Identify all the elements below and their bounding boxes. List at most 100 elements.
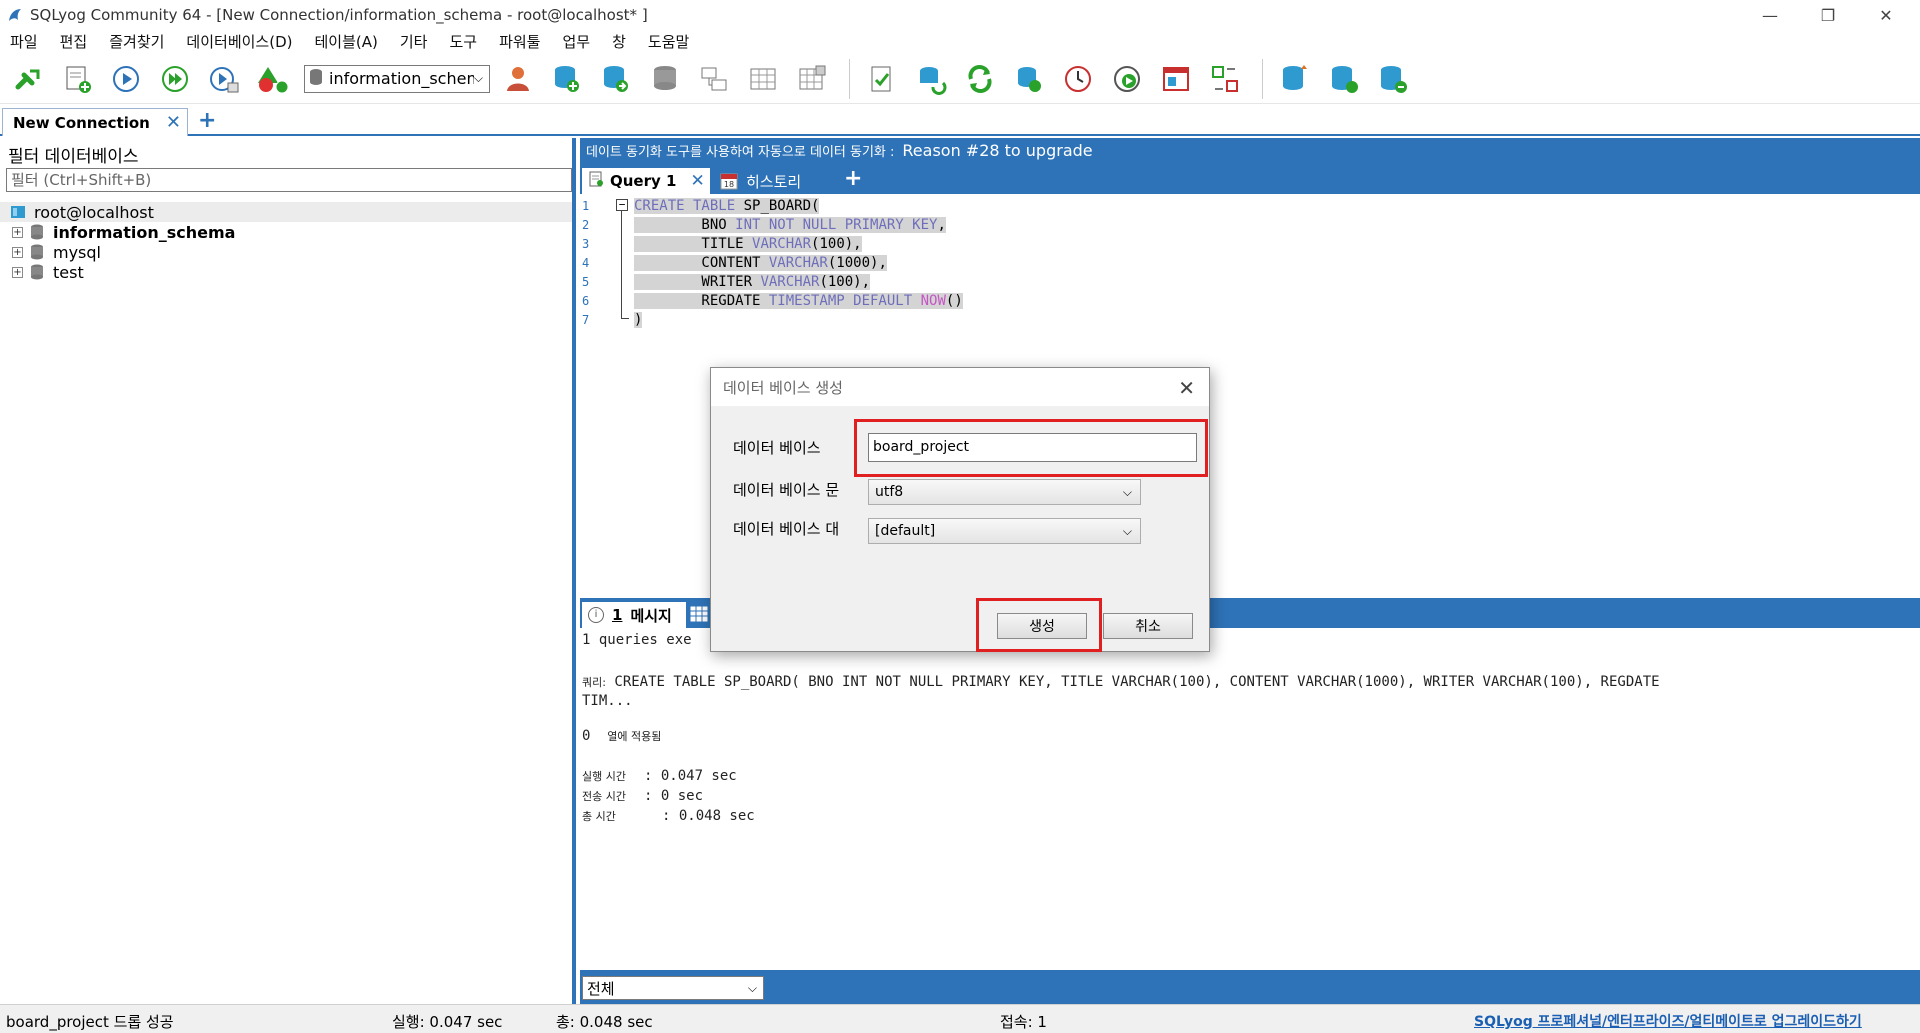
- expand-icon[interactable]: +: [12, 226, 23, 238]
- tree-item-mysql[interactable]: + mysql: [0, 242, 572, 262]
- tab-query-1[interactable]: Query 1 ✕: [582, 168, 710, 194]
- window-icon[interactable]: [1154, 57, 1198, 101]
- database-filter-input[interactable]: 필터 (Ctrl+Shift+B): [6, 168, 572, 192]
- execute-edit-icon[interactable]: [202, 57, 246, 101]
- menu-file[interactable]: 파일: [10, 31, 38, 52]
- transfer-time-label: 전송 시간: [582, 790, 626, 803]
- result-footer: 전체 ⌵: [580, 970, 1920, 1004]
- migration-icon[interactable]: [1371, 57, 1415, 101]
- upgrade-link[interactable]: SQLyog 프로페셔널/엔터프라이즈/얼티메이트로 업그레이드하기: [1474, 1011, 1862, 1031]
- create-database-icon[interactable]: [545, 57, 589, 101]
- schedule-icon[interactable]: [1105, 57, 1149, 101]
- code-line: 7): [580, 310, 1920, 329]
- add-connection-tab-button[interactable]: +: [198, 108, 216, 133]
- query-prefix: 쿼리:: [582, 676, 606, 689]
- menu-edit[interactable]: 편집: [60, 31, 88, 52]
- user-manager-icon[interactable]: [496, 57, 540, 101]
- execute-query-icon[interactable]: [104, 57, 148, 101]
- tab-messages[interactable]: i 1 메시지: [582, 602, 686, 628]
- menu-powertools[interactable]: 파워툴: [499, 31, 540, 52]
- tree-item-information-schema[interactable]: + information_schema: [0, 222, 572, 242]
- toolbar: information_schem ⌵: [0, 54, 1920, 104]
- status-message: board_project 드롭 성공: [6, 1013, 174, 1031]
- import-icon[interactable]: [1007, 57, 1051, 101]
- sync-icon[interactable]: [909, 57, 953, 101]
- new-query-icon[interactable]: [55, 57, 99, 101]
- dialog-close-icon[interactable]: ✕: [1178, 376, 1195, 400]
- database-name-input[interactable]: board_project: [868, 433, 1197, 462]
- menu-others[interactable]: 기타: [400, 31, 428, 52]
- dialog-title-bar: 데이터 베이스 생성 ✕: [711, 368, 1209, 406]
- checklist-icon[interactable]: [860, 57, 904, 101]
- menu-database[interactable]: 데이터베이스(D): [186, 31, 292, 52]
- connection-tab-strip: New Connection ✕ +: [0, 108, 1920, 136]
- create-button[interactable]: 생성: [997, 613, 1087, 639]
- expand-icon[interactable]: +: [12, 266, 23, 278]
- expand-icon[interactable]: +: [12, 246, 23, 258]
- total-time-label: 총 시간: [582, 810, 616, 823]
- shapes-icon[interactable]: [251, 57, 295, 101]
- code-text: CREATE TABLE SP_BOARD(: [634, 197, 820, 214]
- clock-icon[interactable]: [1056, 57, 1100, 101]
- menu-jobs[interactable]: 업무: [562, 31, 590, 52]
- window-title: SQLyog Community 64 - [New Connection/in…: [30, 6, 648, 24]
- connection-tab-label: New Connection: [13, 113, 150, 132]
- add-query-tab-button[interactable]: +: [838, 165, 862, 191]
- code-text: WRITER VARCHAR(100),: [634, 273, 871, 290]
- tree-item-test[interactable]: + test: [0, 262, 572, 282]
- table-icon[interactable]: [741, 57, 785, 101]
- message-output: 1 queries exe 쿼리: CREATE TABLE SP_BOARD(…: [580, 628, 1920, 968]
- tab-history[interactable]: 18 히스토리: [714, 168, 834, 194]
- close-tab-icon[interactable]: ✕: [690, 171, 704, 191]
- charset-value: utf8: [875, 484, 904, 500]
- tree-item-label: test: [53, 262, 84, 282]
- result-grid-icon[interactable]: [689, 605, 709, 623]
- tab-new-connection[interactable]: New Connection ✕: [2, 108, 188, 136]
- table-grid-icon[interactable]: [790, 57, 834, 101]
- schema-designer-icon[interactable]: [692, 57, 736, 101]
- filter-title: 필터 데이터베이스: [8, 147, 139, 167]
- diff-icon[interactable]: [1203, 57, 1247, 101]
- execute-all-icon[interactable]: [153, 57, 197, 101]
- line-number: 4: [582, 255, 590, 270]
- backup-icon[interactable]: [1273, 57, 1317, 101]
- refresh-icon[interactable]: [958, 57, 1002, 101]
- menu-bar: 파일 편집 즐겨찾기 데이터베이스(D) 테이블(A) 기타 도구 파워툴 업무…: [0, 30, 1920, 52]
- close-tab-icon[interactable]: ✕: [166, 112, 181, 133]
- close-window-button[interactable]: ✕: [1858, 0, 1914, 30]
- database-icon[interactable]: [643, 57, 687, 101]
- menu-help[interactable]: 도움말: [648, 31, 689, 52]
- line-number: 6: [582, 293, 590, 308]
- new-connection-icon[interactable]: [6, 57, 50, 101]
- database-select[interactable]: information_schem ⌵: [304, 64, 490, 93]
- status-total-time: 총: 0.048 sec: [556, 1013, 653, 1031]
- upgrade-banner[interactable]: 데이트 동기화 도구를 사용하여 자동으로 데이터 동기화 : Reason #…: [580, 138, 1920, 162]
- calendar-icon: 18: [720, 172, 738, 190]
- message-tab-count: 1: [612, 606, 623, 624]
- chevron-down-icon: ⌵: [747, 980, 757, 995]
- menu-table[interactable]: 테이블(A): [314, 31, 377, 52]
- message-filter-select[interactable]: 전체 ⌵: [582, 976, 764, 1000]
- code-line: 2 BNO INT NOT NULL PRIMARY KEY,: [580, 215, 1920, 234]
- banner-reason: Reason #28 to upgrade: [902, 140, 1093, 160]
- code-text: REGDATE TIMESTAMP DEFAULT NOW(): [634, 292, 963, 309]
- restore-button[interactable]: ❐: [1800, 0, 1856, 30]
- tree-root-connection[interactable]: root@localhost: [0, 202, 572, 222]
- code-line: 1 CREATE TABLE SP_BOARD(: [580, 196, 1920, 215]
- code-line: 5 WRITER VARCHAR(100),: [580, 272, 1920, 291]
- charset-select[interactable]: utf8 ⌵: [868, 479, 1141, 505]
- collation-select[interactable]: [default] ⌵: [868, 518, 1141, 544]
- chevron-down-icon: ⌵: [1122, 523, 1132, 538]
- code-line: 3 TITLE VARCHAR(100),: [580, 234, 1920, 253]
- chevron-down-icon: ⌵: [1122, 484, 1132, 499]
- copy-database-icon[interactable]: [594, 57, 638, 101]
- minimize-button[interactable]: —: [1742, 0, 1798, 30]
- cancel-button[interactable]: 취소: [1103, 613, 1193, 639]
- menu-favorites[interactable]: 즐겨찾기: [109, 31, 164, 52]
- menu-tools[interactable]: 도구: [449, 31, 477, 52]
- collation-value: [default]: [875, 523, 936, 539]
- title-bar: SQLyog Community 64 - [New Connection/in…: [0, 0, 1920, 30]
- menu-window[interactable]: 창: [612, 31, 626, 52]
- exec-time-line: 실행 시간: 0.047 sec: [582, 768, 737, 784]
- restore-icon[interactable]: [1322, 57, 1366, 101]
